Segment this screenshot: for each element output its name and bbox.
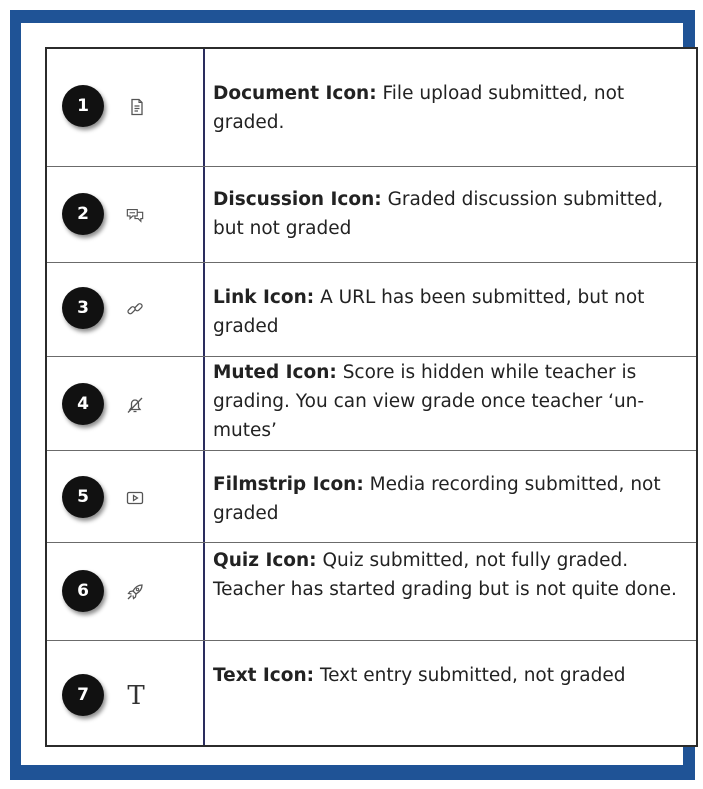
legend-row-quiz: 6 Quiz Icon: Quiz submitted, not fully g… [47, 543, 696, 641]
legend-description: Link Icon: A URL has been submitted, but… [213, 283, 686, 341]
legend-term: Quiz Icon: [213, 550, 317, 571]
legend-row-link: 3 Link Icon: A URL has been submitted, b… [47, 263, 696, 357]
row-number-badge: 7 [62, 674, 104, 716]
legend-description: Discussion Icon: Graded discussion submi… [213, 185, 686, 243]
legend-term: Text Icon: [213, 665, 315, 686]
legend-row-muted: 4 Muted Icon: Score is hidden while teac… [47, 357, 696, 451]
muted-icon [125, 395, 145, 415]
page-frame: 1 Document Icon: File upload submitted, … [0, 0, 703, 789]
legend-text: Text entry submitted, not graded [319, 665, 626, 686]
link-icon [125, 299, 145, 319]
legend-description: Text Icon: Text entry submitted, not gra… [213, 661, 686, 690]
document-icon [127, 97, 147, 117]
quiz-icon [125, 582, 145, 602]
row-number-badge: 2 [62, 193, 104, 235]
legend-term: Link Icon: [213, 287, 315, 308]
legend-term: Document Icon: [213, 83, 377, 104]
icon-legend-table: 1 Document Icon: File upload submitted, … [45, 47, 698, 747]
legend-term: Discussion Icon: [213, 189, 382, 210]
text-icon: T [127, 681, 145, 711]
discussion-icon [125, 205, 145, 225]
row-number-badge: 6 [62, 570, 104, 612]
legend-row-document: 1 Document Icon: File upload submitted, … [47, 49, 696, 167]
legend-row-filmstrip: 5 Filmstrip Icon: Media recording submit… [47, 451, 696, 543]
legend-description: Filmstrip Icon: Media recording submitte… [213, 470, 686, 528]
legend-description: Quiz Icon: Quiz submitted, not fully gra… [213, 546, 686, 604]
legend-description: Document Icon: File upload submitted, no… [213, 79, 686, 137]
row-number-badge: 1 [62, 85, 104, 127]
row-number-badge: 3 [62, 287, 104, 329]
row-number-badge: 5 [62, 476, 104, 518]
legend-term: Filmstrip Icon: [213, 474, 364, 495]
legend-term: Muted Icon: [213, 362, 337, 383]
legend-row-text: 7 T Text Icon: Text entry submitted, not… [47, 641, 696, 747]
filmstrip-icon [125, 488, 145, 508]
legend-row-discussion: 2 Discussion Icon: Graded discussion sub… [47, 167, 696, 263]
row-number-badge: 4 [62, 383, 104, 425]
legend-description: Muted Icon: Score is hidden while teache… [213, 358, 686, 445]
